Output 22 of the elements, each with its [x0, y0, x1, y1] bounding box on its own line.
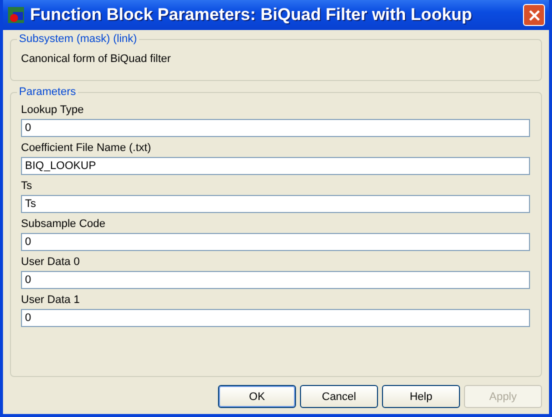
input-field[interactable]: 0 [21, 233, 530, 251]
close-button[interactable] [523, 4, 545, 26]
group-title: Parameters [18, 86, 77, 98]
input-field[interactable]: 0 [21, 309, 530, 327]
input-field[interactable]: 0 [21, 271, 530, 289]
dialog-button[interactable]: OK [218, 385, 296, 408]
field-label: Coefficient File Name (.txt) [21, 142, 152, 154]
field-label: User Data 1 [21, 294, 81, 306]
close-icon [528, 8, 540, 22]
dialog-button[interactable]: Help [382, 385, 460, 408]
group-title: Subsystem (mask) (link) [18, 33, 138, 45]
input-field[interactable]: Ts [21, 195, 530, 213]
app-icon [7, 6, 25, 24]
window-title: Function Block Parameters: BiQuad Filter with Lookup [30, 5, 474, 25]
input-field[interactable]: 0 [21, 119, 530, 137]
field-label: User Data 0 [21, 256, 81, 268]
input-field[interactable]: BIQ_LOOKUP [21, 157, 530, 175]
field-label: Subsample Code [21, 218, 106, 230]
dialog-button[interactable]: Cancel [300, 385, 378, 408]
field-label: Ts [21, 180, 33, 192]
field-label: Lookup Type [21, 104, 85, 116]
description-text: Canonical form of BiQuad filter [21, 53, 172, 65]
